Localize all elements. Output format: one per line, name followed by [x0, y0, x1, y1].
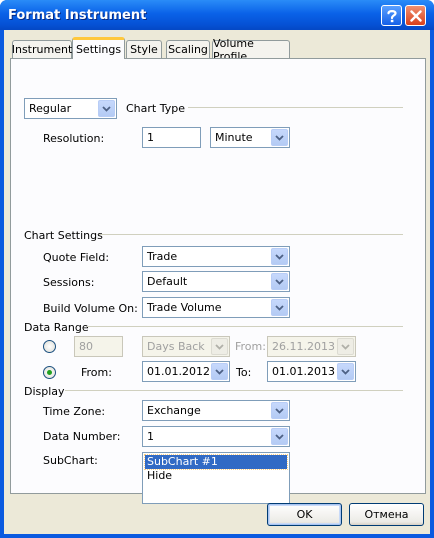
tab-volume-profile[interactable]: Volume Profile — [212, 37, 290, 63]
data-range-section-label: Data Range — [24, 321, 89, 334]
data-number-label: Data Number: — [43, 430, 121, 443]
chevron-down-icon — [211, 363, 228, 380]
build-volume-label: Build Volume On: — [43, 302, 138, 315]
from-disabled-date-value: 26.11.2013 — [272, 340, 335, 353]
sessions-select[interactable]: Default — [142, 271, 290, 292]
subchart-list[interactable]: SubChart #1 Hide — [142, 452, 290, 504]
days-back-input[interactable]: 80 — [74, 336, 123, 357]
sessions-value: Default — [147, 275, 188, 288]
chevron-down-icon — [271, 248, 288, 265]
chart-type-value: Regular — [29, 102, 72, 115]
from-date-value: 01.01.2012 — [147, 365, 210, 378]
time-zone-select[interactable]: Exchange — [142, 400, 290, 421]
cancel-button[interactable]: Отмена — [349, 503, 424, 526]
tab-label: Settings — [75, 43, 122, 56]
divider — [87, 326, 403, 327]
from-date-picker[interactable]: 01.01.2012 — [142, 361, 230, 382]
chevron-down-icon — [271, 428, 288, 445]
divider — [99, 234, 403, 235]
data-number-select[interactable]: 1 — [142, 426, 290, 447]
from-disabled-label: From: — [235, 340, 266, 353]
days-back-unit-select[interactable]: Days Back — [142, 336, 230, 357]
chevron-down-icon — [271, 299, 288, 316]
chart-type-section-label: Chart Type — [126, 102, 185, 115]
chevron-down-icon — [271, 129, 288, 146]
time-zone-value: Exchange — [147, 404, 201, 417]
tab-label: Scaling — [168, 43, 208, 56]
close-button[interactable] — [405, 5, 426, 26]
ok-button[interactable]: OK — [267, 503, 342, 526]
cancel-button-label: Отмена — [364, 508, 409, 521]
chart-settings-section-label: Chart Settings — [24, 229, 103, 242]
days-back-unit-value: Days Back — [147, 340, 205, 353]
time-zone-label: Time Zone: — [43, 405, 106, 418]
ok-button-label: OK — [296, 508, 313, 521]
build-volume-select[interactable]: Trade Volume — [142, 297, 290, 318]
chevron-down-icon — [98, 100, 115, 117]
quote-field-label: Quote Field: — [43, 251, 110, 264]
chart-type-select[interactable]: Regular — [24, 98, 117, 119]
chevron-down-icon — [337, 338, 354, 355]
quote-field-select[interactable]: Trade — [142, 246, 290, 267]
to-date-picker[interactable]: 01.01.2013 — [267, 361, 356, 382]
divider — [188, 107, 403, 108]
to-date-value: 01.01.2013 — [272, 365, 335, 378]
data-number-value: 1 — [147, 430, 154, 443]
dialog-window: Format Instrument Instrument Settings St… — [0, 0, 434, 538]
from-label: From: — [81, 366, 112, 379]
subchart-label: SubChart: — [43, 454, 98, 467]
from-disabled-date-picker[interactable]: 26.11.2013 — [267, 336, 356, 357]
close-icon — [409, 9, 422, 22]
sessions-label: Sessions: — [43, 276, 95, 289]
quote-field-value: Trade — [147, 250, 178, 263]
to-label: To: — [236, 366, 252, 379]
display-section-label: Display — [24, 385, 65, 398]
settings-panel: Regular Chart Type Resolution: 1 Minute … — [10, 58, 426, 504]
help-button[interactable] — [381, 5, 402, 26]
chevron-down-icon — [271, 402, 288, 419]
tab-label: Instrument — [11, 43, 73, 56]
resolution-unit-value: Minute — [215, 131, 253, 144]
tab-scaling[interactable]: Scaling — [166, 40, 210, 58]
resolution-input[interactable]: 1 — [142, 127, 201, 148]
days-back-radio[interactable] — [43, 340, 56, 353]
subchart-option-hide[interactable]: Hide — [145, 469, 287, 483]
tab-label: Style — [130, 43, 158, 56]
from-date-radio[interactable] — [43, 366, 56, 379]
chevron-down-icon — [211, 338, 228, 355]
tab-instrument[interactable]: Instrument — [12, 40, 72, 58]
dialog-client-area: Instrument Settings Style Scaling Volume… — [4, 30, 430, 534]
tab-settings[interactable]: Settings — [72, 37, 125, 59]
subchart-option-subchart-1[interactable]: SubChart #1 — [144, 454, 288, 470]
title-bar[interactable]: Format Instrument — [0, 0, 434, 30]
divider — [65, 390, 403, 391]
help-icon — [386, 9, 397, 22]
build-volume-value: Trade Volume — [147, 301, 222, 314]
resolution-unit-select[interactable]: Minute — [210, 127, 290, 148]
resolution-label: Resolution: — [43, 132, 105, 145]
tab-style[interactable]: Style — [126, 40, 162, 58]
window-title: Format Instrument — [8, 8, 147, 23]
chevron-down-icon — [271, 273, 288, 290]
chevron-down-icon — [337, 363, 354, 380]
